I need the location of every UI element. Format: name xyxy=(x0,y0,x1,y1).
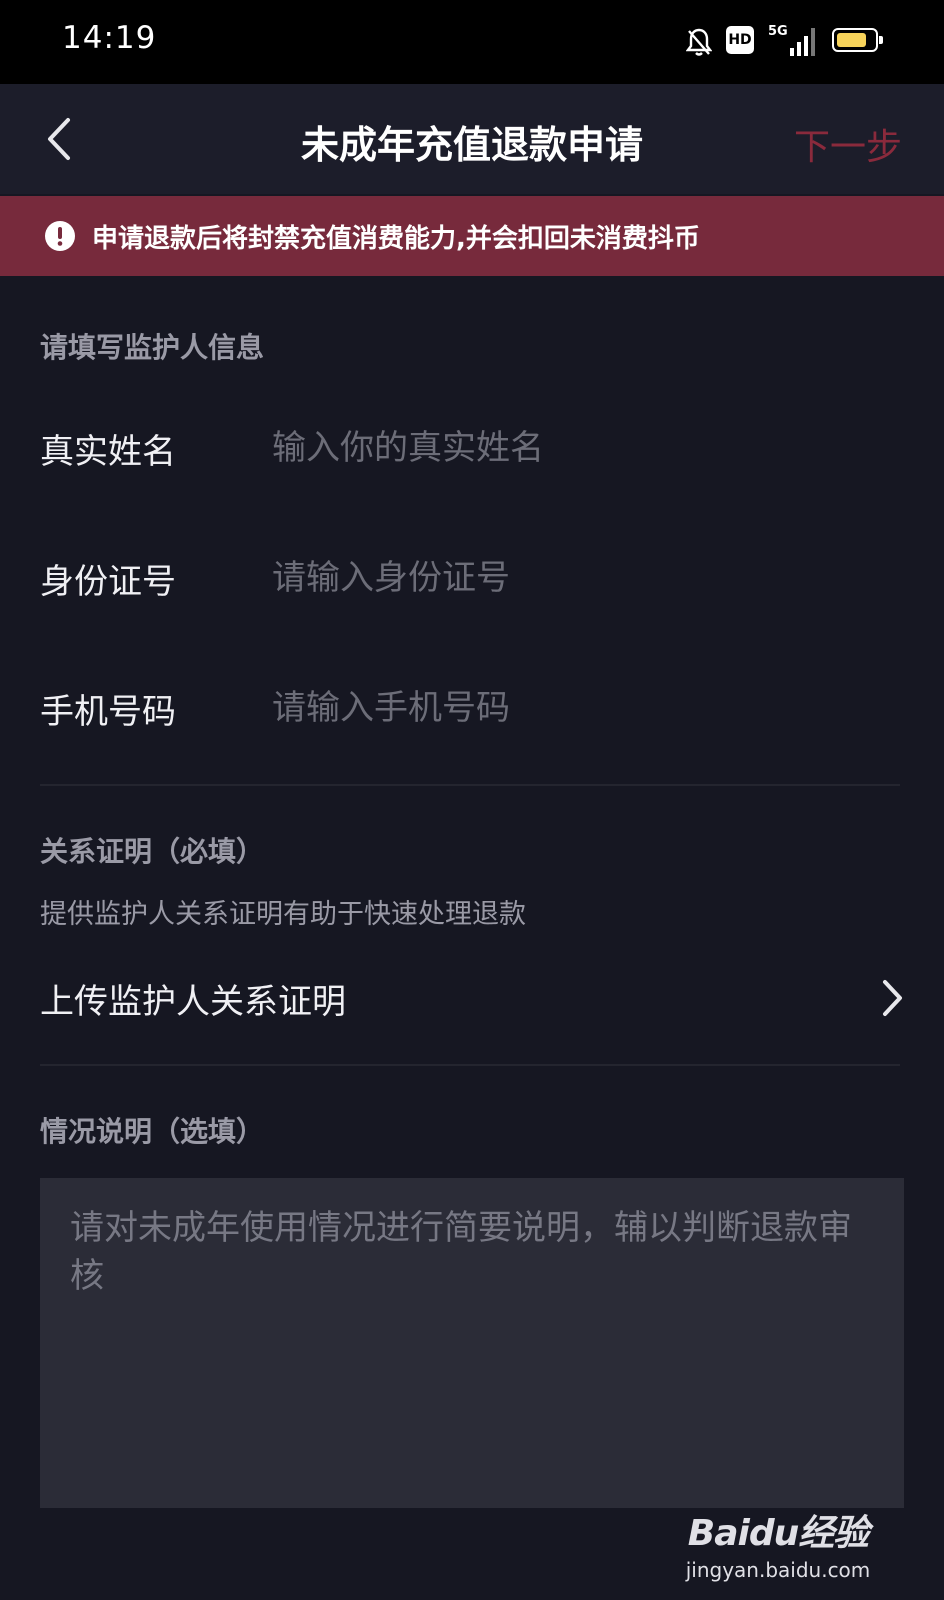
phone-label: 手机号码 xyxy=(40,691,176,732)
description-section-title: 情况说明（选填） xyxy=(40,1115,265,1148)
status-bar: 14:19 HD 5G xyxy=(0,0,944,84)
real-name-label: 真实姓名 xyxy=(40,431,176,472)
watermark-logo: Baidu经验 xyxy=(687,1513,869,1554)
upload-proof-row[interactable]: 上传监护人关系证明 xyxy=(40,960,904,1036)
real-name-row: 真实姓名 xyxy=(40,418,900,478)
divider xyxy=(40,1064,900,1066)
network-type-label: 5G xyxy=(768,24,788,39)
signal-5g-icon: 5G xyxy=(768,24,818,60)
battery-level xyxy=(837,33,866,47)
relation-hint: 提供监护人关系证明有助于快速处理退款 xyxy=(40,899,526,930)
relation-section-title: 关系证明（必填） xyxy=(40,835,265,868)
warning-banner: 申请退款后将封禁充值消费能力,并会扣回未消费抖币 xyxy=(0,196,944,276)
phone-input[interactable] xyxy=(270,687,900,729)
phone-row: 手机号码 xyxy=(40,678,900,738)
chevron-right-icon xyxy=(883,980,902,1016)
battery-icon xyxy=(832,28,883,52)
watermark-url: jingyan.baidu.com xyxy=(685,1558,871,1582)
hd-icon: HD xyxy=(726,26,754,54)
bell-muted-icon xyxy=(686,24,712,60)
next-step-button[interactable]: 下一步 xyxy=(794,118,902,170)
header-bar: 未成年充值退款申请 下一步 xyxy=(0,84,944,194)
id-number-row: 身份证号 xyxy=(40,548,900,608)
exclamation-circle-icon xyxy=(45,221,75,251)
baidu-watermark: Baidu经验 jingyan.baidu.com xyxy=(668,1504,888,1582)
upload-proof-label: 上传监护人关系证明 xyxy=(40,981,346,1022)
real-name-input[interactable] xyxy=(270,427,900,469)
warning-text: 申请退款后将封禁充值消费能力,并会扣回未消费抖币 xyxy=(92,223,700,254)
description-textarea[interactable] xyxy=(40,1178,904,1508)
divider xyxy=(40,784,900,786)
status-time: 14:19 xyxy=(62,20,157,56)
guardian-section-title: 请填写监护人信息 xyxy=(40,331,265,364)
id-number-input[interactable] xyxy=(270,557,900,599)
id-number-label: 身份证号 xyxy=(40,561,176,602)
